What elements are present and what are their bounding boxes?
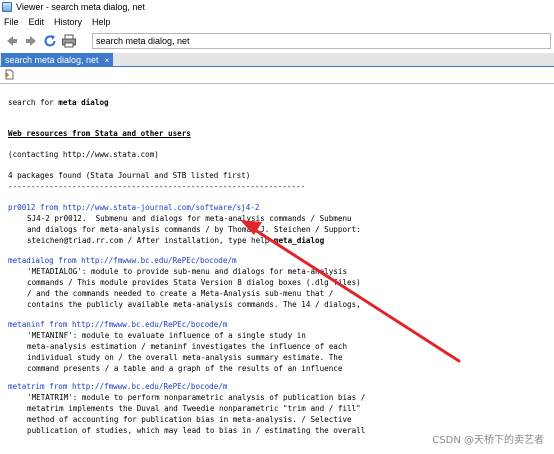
viewer-content: search for meta dialog Web resources fro… bbox=[0, 85, 554, 454]
package-url[interactable]: http://fmwww.bc.edu/RePEc/bocode/m bbox=[72, 382, 227, 391]
new-viewer-button[interactable] bbox=[4, 69, 15, 82]
package-description: metatrim implements the Duval and Tweedi… bbox=[27, 404, 361, 413]
section-heading: Web resources from Stata and other users bbox=[8, 129, 191, 138]
package-description: publication of studies, which may lead t… bbox=[27, 426, 366, 435]
new-document-icon bbox=[5, 69, 14, 80]
menu-file[interactable]: File bbox=[4, 17, 19, 27]
search-line: search for meta dialog bbox=[8, 98, 109, 107]
separator: ----------------------------------------… bbox=[8, 182, 306, 191]
package-description: steichen@triad.rr.com / After installati… bbox=[27, 236, 325, 245]
package-description: contains the publicly available meta-ana… bbox=[27, 300, 361, 309]
package-description: meta-analysis estimation / metaninf inve… bbox=[27, 342, 348, 351]
package-header: pr0012 from http://www.stata-journal.com… bbox=[8, 203, 260, 212]
watermark: CSDN @天桥下的卖艺者 bbox=[432, 435, 544, 446]
address-input[interactable] bbox=[92, 33, 551, 49]
package-url[interactable]: http://fmwww.bc.edu/RePEc/bocode/m bbox=[81, 256, 236, 265]
package-description: command presents / a table and a graph o… bbox=[27, 364, 343, 373]
window-title: Viewer - search meta dialog, net bbox=[16, 2, 145, 12]
back-button[interactable] bbox=[3, 32, 21, 50]
menu-history[interactable]: History bbox=[54, 17, 82, 27]
tab-label: search meta dialog, net bbox=[5, 55, 99, 65]
menu-help[interactable]: Help bbox=[92, 17, 111, 27]
forward-button[interactable] bbox=[22, 32, 40, 50]
package-description: 'METATRIM': module to perform nonparamet… bbox=[27, 393, 366, 402]
package-link[interactable]: metaninf bbox=[8, 320, 45, 329]
title-bar: Viewer - search meta dialog, net bbox=[0, 0, 554, 14]
tab-close-icon[interactable]: × bbox=[105, 56, 110, 65]
package-description: 'METADIALOG': module to provide sub-menu… bbox=[27, 267, 348, 276]
package-url[interactable]: http://fmwww.bc.edu/RePEc/bocode/m bbox=[72, 320, 227, 329]
package-link[interactable]: pr0012 bbox=[8, 203, 35, 212]
package-description: and dialogs for meta-analysis commands /… bbox=[27, 225, 361, 234]
refresh-button[interactable] bbox=[41, 32, 59, 50]
found-line: 4 packages found (Stata Journal and STB … bbox=[8, 171, 251, 180]
menu-bar: File Edit History Help bbox=[0, 14, 554, 30]
package-header: metaninf from http://fmwww.bc.edu/RePEc/… bbox=[8, 320, 228, 329]
contacting-line: (contacting http://www.stata.com) bbox=[8, 150, 159, 159]
package-description: 'METANINF': module to evaluate influence… bbox=[27, 331, 306, 340]
refresh-icon bbox=[44, 35, 56, 47]
package-url[interactable]: http://www.stata-journal.com/software/sj… bbox=[63, 203, 260, 212]
app-icon bbox=[2, 2, 12, 12]
package-description: method of accounting for publication bia… bbox=[27, 415, 352, 424]
help-link[interactable]: meta_dialog bbox=[274, 236, 324, 245]
package-header: metatrim from http://fmwww.bc.edu/RePEc/… bbox=[8, 382, 228, 391]
package-description: commands / This module provides Stata Ve… bbox=[27, 278, 361, 287]
print-button[interactable] bbox=[60, 32, 78, 50]
package-description: individual study on / the overall meta-a… bbox=[27, 353, 343, 362]
package-description: / and the commands needed to create a Me… bbox=[27, 289, 334, 298]
printer-icon bbox=[62, 34, 76, 48]
toolbar bbox=[0, 30, 554, 52]
back-arrow-icon bbox=[7, 36, 17, 46]
menu-edit[interactable]: Edit bbox=[29, 17, 45, 27]
document-toolbar bbox=[0, 68, 554, 84]
forward-arrow-icon bbox=[26, 36, 36, 46]
package-description: SJ4-2 pr0012. Submenu and dialogs for me… bbox=[27, 214, 352, 223]
tab-search-results[interactable]: search meta dialog, net × bbox=[1, 53, 114, 67]
tab-strip: search meta dialog, net × bbox=[0, 53, 554, 67]
package-header: metadialog from http://fmwww.bc.edu/RePE… bbox=[8, 256, 237, 265]
package-link[interactable]: metatrim bbox=[8, 382, 45, 391]
package-link[interactable]: metadialog bbox=[8, 256, 54, 265]
